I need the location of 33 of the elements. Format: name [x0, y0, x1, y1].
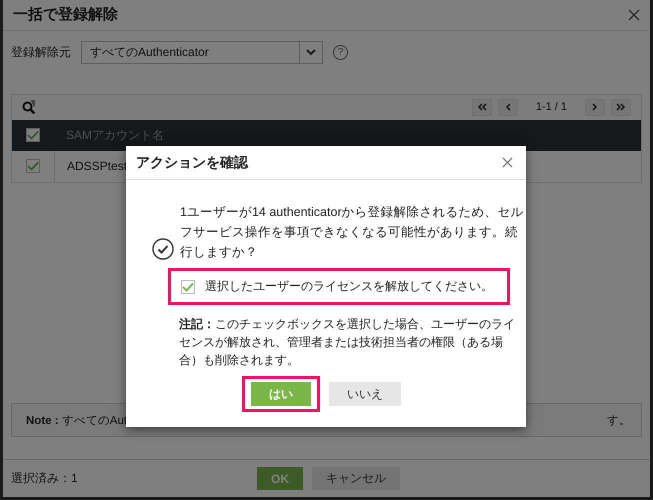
selected-count: 選択済み：1 — [11, 470, 78, 487]
page-range: 1-1 / 1 — [534, 101, 568, 114]
first-page-button[interactable] — [472, 98, 492, 116]
authenticator-dropdown[interactable]: すべてのAuthenticator — [81, 40, 323, 64]
search-icon[interactable] — [22, 100, 36, 114]
yes-button[interactable]: はい — [251, 382, 311, 406]
chevron-right-icon — [592, 103, 598, 112]
select-all-checkbox[interactable] — [26, 128, 40, 142]
license-note: 注記：このチェックボックスを選択した場合、ユーザーのライセンスが解放され、管理者または技術担当者の権限（ある場合）も削除されます。 — [179, 316, 516, 369]
caret-icon — [306, 48, 316, 56]
note-text-end: す。 — [607, 414, 631, 428]
next-page-button[interactable] — [585, 98, 605, 116]
double-chevron-left-icon — [476, 103, 487, 112]
table-cell-text: ADSSPtest — [66, 159, 128, 174]
chevron-left-icon — [504, 103, 511, 112]
dialog-title: 一括で登録解除 — [13, 5, 118, 24]
double-chevron-right-icon — [616, 103, 626, 112]
check-circle-icon — [152, 238, 174, 260]
field-label: 登録解除元 — [11, 44, 71, 61]
last-page-button[interactable] — [611, 98, 631, 116]
close-icon[interactable] — [628, 8, 640, 21]
row-checkbox[interactable] — [26, 159, 40, 174]
previous-page-button[interactable] — [498, 98, 518, 116]
dialog-title: アクションを確認 — [136, 154, 248, 172]
confirm-message: 1ユーザーが14 authenticatorから登録解除されるため、セルフサービス操作を事項できなくなる可能性があります。続行しますか？ — [180, 204, 525, 261]
checkbox-label[interactable]: 選択したユーザーのライセンスを解放してください。 — [205, 278, 493, 295]
note-text: Note : すべてのAut — [26, 414, 128, 428]
license-checkbox[interactable] — [181, 280, 195, 294]
help-button[interactable]: ? — [333, 44, 348, 60]
no-button[interactable]: いいえ — [329, 382, 401, 406]
close-icon[interactable] — [502, 157, 513, 168]
cancel-button[interactable]: キャンセル — [312, 467, 400, 490]
ok-button[interactable]: OK — [257, 467, 303, 490]
